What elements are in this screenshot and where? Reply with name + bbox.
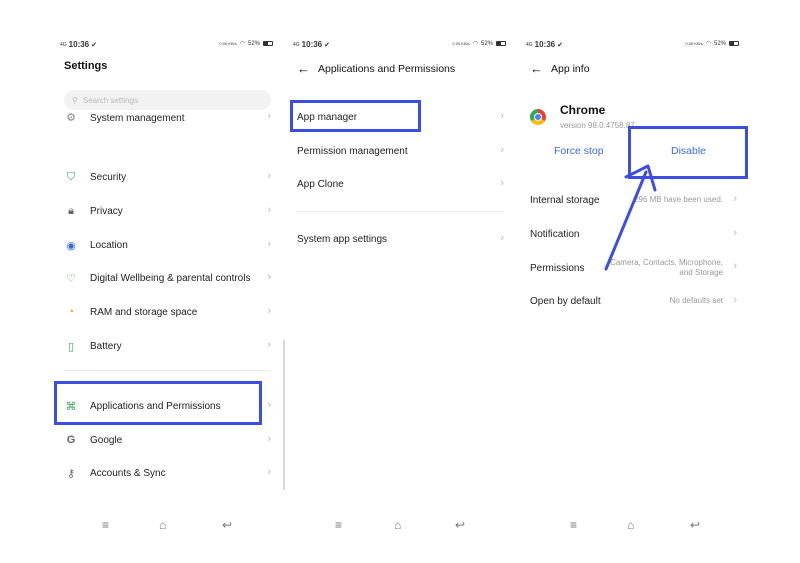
annotation-arrow-icon — [604, 164, 657, 271]
